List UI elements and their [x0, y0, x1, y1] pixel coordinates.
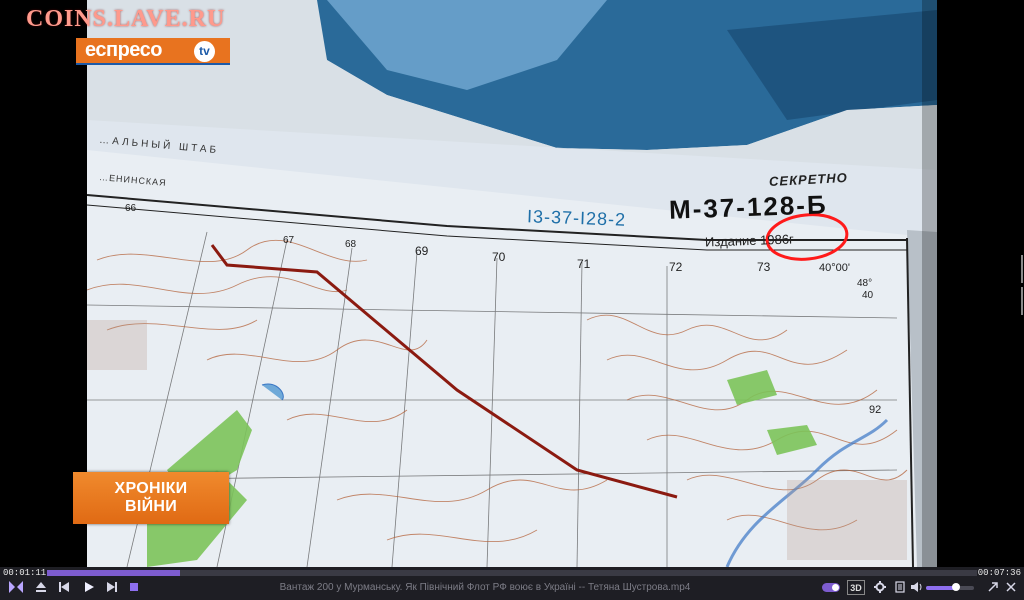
caption-line-1: ХРОНІКИ: [114, 480, 188, 497]
3d-button[interactable]: 3D: [847, 580, 865, 595]
grid-label: 73: [757, 260, 771, 274]
coordinate-label: 48°: [857, 278, 873, 289]
time-total: 00:07:36: [977, 568, 1021, 578]
volume-knob[interactable]: [951, 583, 960, 591]
channel-logo-badge: tv: [194, 41, 215, 62]
grid-label: 68: [345, 239, 357, 250]
coordinate-label: 40: [862, 290, 874, 301]
eject-icon[interactable]: [35, 581, 47, 595]
sheet-code: М-37-128-Б: [668, 189, 829, 225]
play-icon[interactable]: [83, 581, 95, 595]
seek-bar[interactable]: [47, 570, 977, 576]
stop-icon[interactable]: [129, 581, 139, 595]
video-area[interactable]: …АЛЬНЫЙ ШТАБ …ЕНИНСКАЯ СЕКРЕТНО М-37-128…: [0, 0, 1024, 567]
close-icon[interactable]: [1005, 581, 1017, 595]
sheet-code-alt: I3-37-I28-2: [526, 206, 627, 230]
seek-progress: [47, 570, 180, 576]
menu-icon[interactable]: [894, 581, 906, 595]
expand-icon[interactable]: [987, 581, 999, 595]
prev-icon[interactable]: [58, 581, 70, 595]
grid-side-label: 92: [869, 404, 882, 416]
file-name: Вантаж 200 у Мурманську. Як Північний Фл…: [279, 582, 691, 593]
lower-third-caption: ХРОНІКИ ВІЙНИ: [73, 472, 229, 524]
grid-label: 72: [669, 260, 683, 274]
caption-line-2: ВІЙНИ: [124, 498, 178, 515]
watermark: COINS.LAVE.RU: [26, 6, 226, 32]
coordinate-label: 40°00': [819, 262, 850, 274]
time-elapsed: 00:01:11: [3, 568, 47, 578]
channel-logo-text: еспресо: [85, 39, 162, 61]
grid-label: 69: [415, 244, 429, 258]
playlist-icon[interactable]: [9, 581, 23, 595]
volume-slider[interactable]: [926, 583, 974, 591]
next-icon[interactable]: [106, 581, 118, 595]
player-controls: 00:01:11 00:07:36 Вантаж 200 у Мурманськ…: [0, 567, 1024, 600]
toggle-icon[interactable]: [822, 583, 840, 592]
channel-logo: еспресо tv: [76, 38, 230, 65]
edition-label: Издание 1986г: [704, 231, 795, 250]
grid-label: 67: [283, 235, 295, 246]
volume-icon[interactable]: [910, 581, 923, 595]
settings-icon[interactable]: [874, 581, 886, 595]
grid-label: 70: [492, 250, 506, 264]
grid-label: 66: [125, 203, 137, 214]
grid-label: 71: [577, 257, 591, 271]
